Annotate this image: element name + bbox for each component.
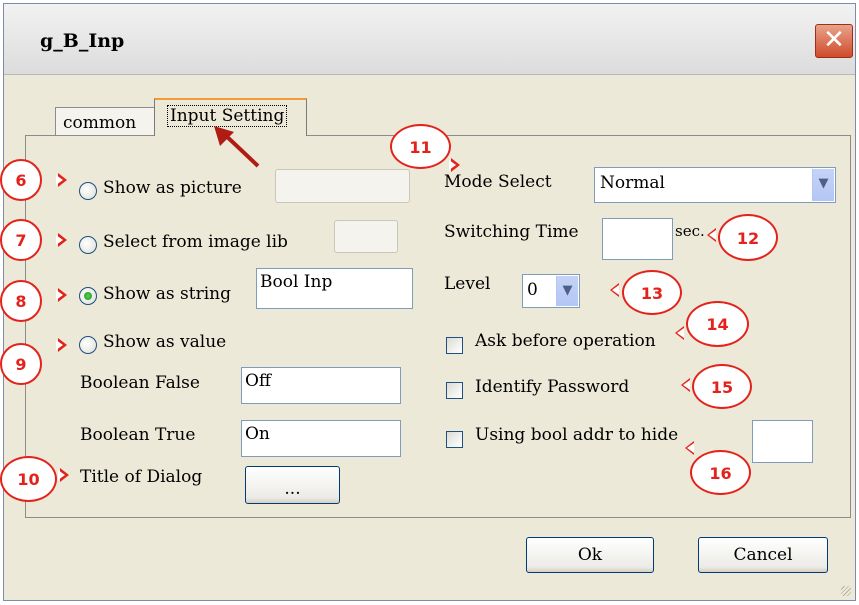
switching-time-label: Switching Time: [444, 222, 579, 242]
window-title: g_B_Inp: [40, 30, 125, 52]
bool-hide-checkbox[interactable]: [446, 431, 463, 448]
ask-before-label: Ask before operation: [475, 331, 656, 351]
annotation-badge: 13: [622, 270, 682, 315]
tab-common-label: common: [63, 113, 137, 133]
arrow-icon: [610, 283, 619, 297]
bool-hide-label: Using bool addr to hide: [475, 425, 679, 445]
arrow-icon: [675, 326, 684, 340]
boolean-false-label: Boolean False: [80, 373, 200, 393]
boolean-false-input[interactable]: Off: [241, 367, 401, 404]
picture-field: [275, 169, 410, 203]
close-button[interactable]: ✕: [815, 24, 853, 58]
pointer-arrow-icon: [214, 126, 260, 168]
show-string-label: Show as string: [103, 284, 231, 304]
select-image-lib-label: Select from image lib: [103, 232, 288, 252]
boolean-true-input[interactable]: On: [241, 420, 401, 457]
close-icon[interactable]: ✕: [823, 25, 845, 55]
annotation-badge: 15: [692, 364, 752, 409]
show-value-radio[interactable]: [79, 336, 97, 354]
identify-password-label: Identify Password: [475, 377, 630, 397]
annotation-badge: 14: [686, 301, 749, 347]
arrow-icon: [56, 173, 67, 187]
resize-grip[interactable]: [841, 586, 851, 596]
annotation-badge: 10: [0, 456, 57, 502]
show-string-input[interactable]: Bool Inp: [256, 268, 413, 309]
annotation-badge: 6: [0, 159, 42, 201]
show-string-radio[interactable]: [79, 287, 97, 305]
cancel-button[interactable]: Cancel: [698, 537, 828, 573]
show-picture-radio[interactable]: [79, 182, 97, 200]
annotation-badge: 7: [0, 219, 42, 261]
level-label: Level: [444, 274, 491, 294]
tab-common[interactable]: common: [55, 107, 155, 137]
annotation-badge: 12: [718, 214, 778, 261]
annotation-badge: 11: [390, 124, 451, 169]
arrow-icon: [707, 228, 716, 242]
image-lib-field: [334, 220, 398, 253]
arrow-icon: [56, 233, 67, 247]
level-value: 0: [527, 280, 538, 300]
annotation-badge: 8: [0, 280, 42, 322]
arrow-icon: [449, 158, 460, 172]
mode-select-label: Mode Select: [444, 172, 552, 192]
show-picture-label: Show as picture: [103, 178, 242, 198]
mode-select-value: Normal: [600, 173, 665, 193]
annotation-badge: 9: [0, 343, 42, 385]
chevron-down-icon[interactable]: ▼: [556, 276, 578, 306]
mode-select-dropdown[interactable]: Normal ▼: [594, 167, 836, 203]
show-value-label: Show as value: [103, 332, 227, 352]
arrow-icon: [56, 338, 67, 352]
arrow-icon: [56, 288, 67, 302]
annotation-badge: 16: [690, 450, 751, 495]
boolean-true-label: Boolean True: [80, 425, 196, 445]
arrow-icon: [685, 441, 694, 455]
bool-hide-input[interactable]: [752, 420, 813, 463]
level-dropdown[interactable]: 0 ▼: [522, 274, 580, 308]
chevron-down-icon[interactable]: ▼: [812, 169, 834, 201]
ask-before-checkbox[interactable]: [446, 337, 463, 354]
title-dialog-button[interactable]: ...: [245, 466, 340, 504]
identify-password-checkbox[interactable]: [446, 382, 463, 399]
switching-time-unit: sec.: [675, 222, 705, 240]
switching-time-input[interactable]: [602, 218, 673, 260]
title-bar: g_B_Inp ✕: [4, 4, 855, 75]
ok-button[interactable]: Ok: [526, 537, 654, 573]
title-dialog-label: Title of Dialog: [80, 467, 203, 487]
arrow-icon: [58, 468, 69, 482]
select-image-lib-radio[interactable]: [79, 236, 97, 254]
arrow-icon: [681, 378, 690, 392]
